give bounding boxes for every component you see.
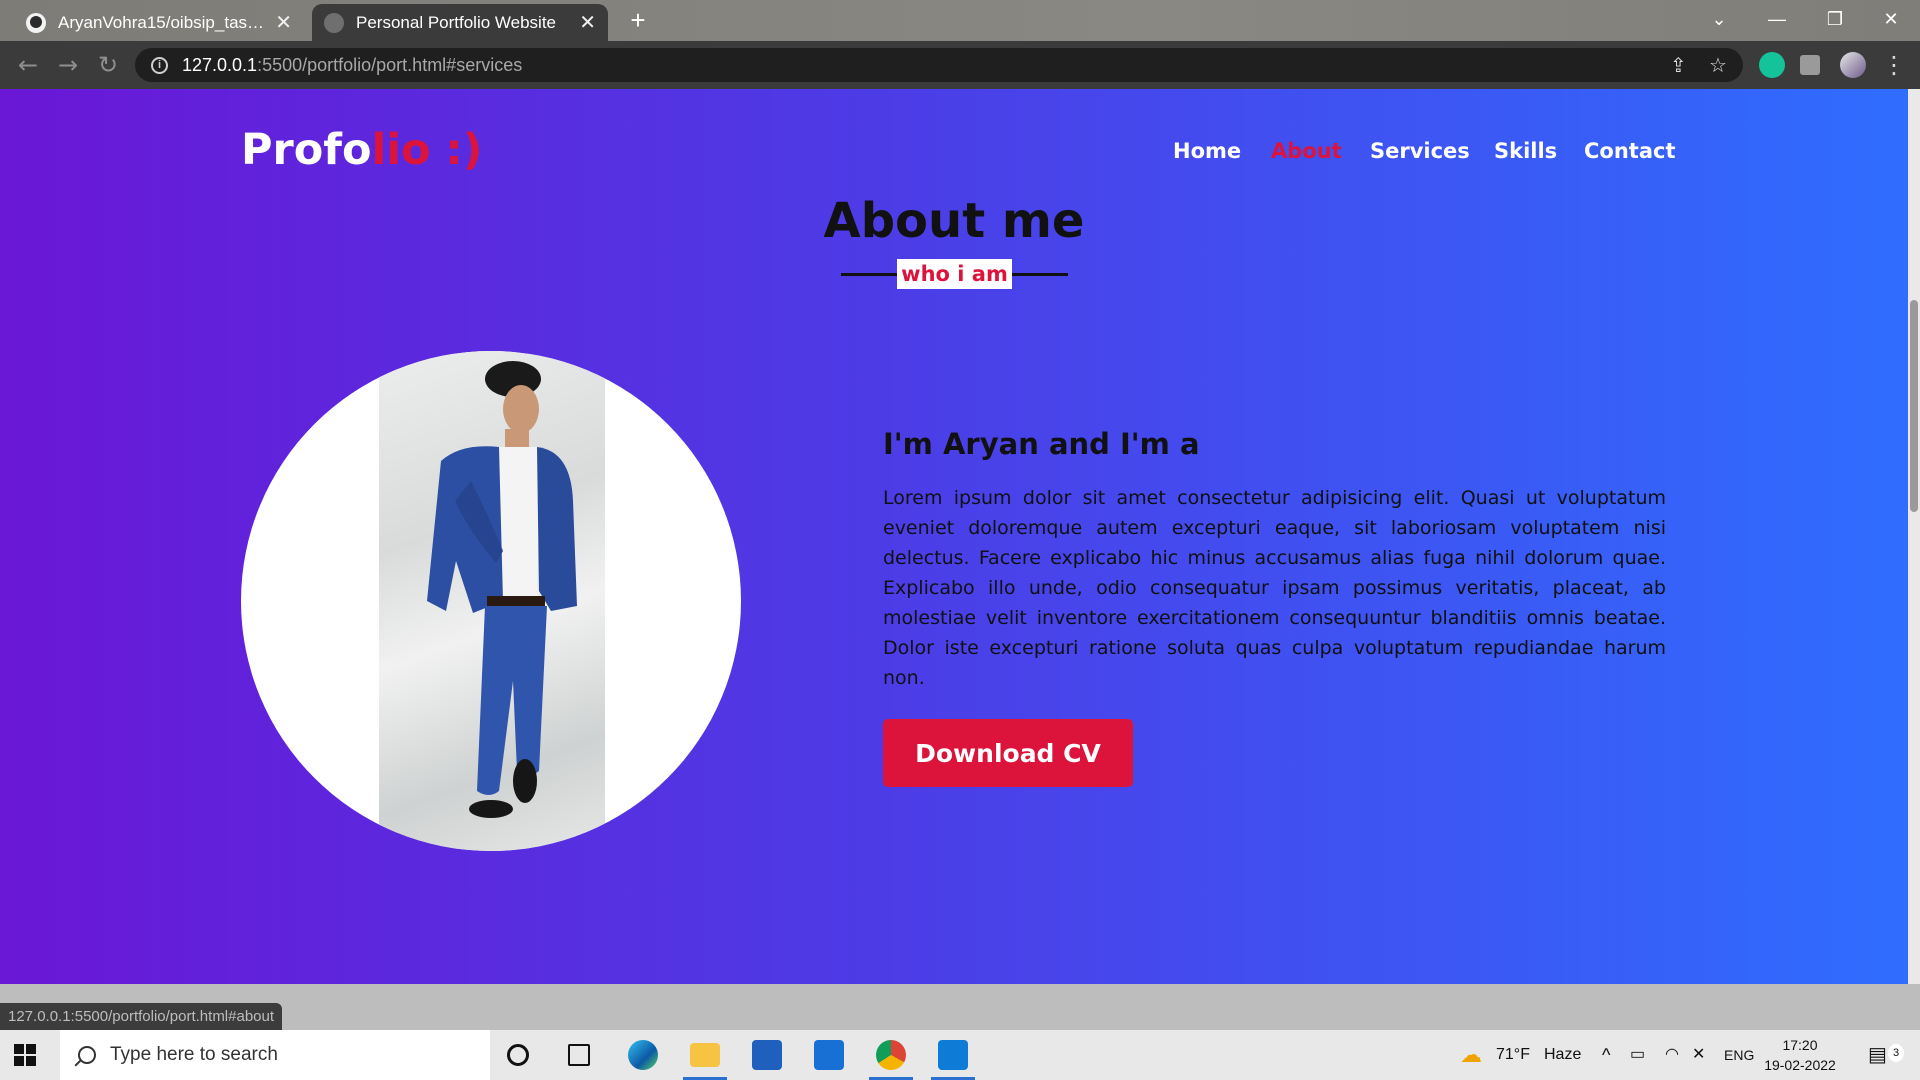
- grammarly-icon[interactable]: [1759, 52, 1785, 78]
- browser-menu-icon[interactable]: ⋮: [1878, 49, 1910, 81]
- globe-icon: [324, 12, 344, 33]
- nav-home[interactable]: Home: [1173, 139, 1241, 163]
- task-view-icon[interactable]: [568, 1044, 590, 1066]
- browser-tab-strip: AryanVohra15/oibsip_task2: Create ✕ Pers…: [0, 0, 1920, 41]
- site-info-icon[interactable]: i: [151, 56, 168, 74]
- weather-desc[interactable]: Haze: [1544, 1030, 1581, 1080]
- minimize-button[interactable]: —: [1748, 0, 1806, 41]
- tab-title: Personal Portfolio Website: [356, 12, 557, 32]
- windows-taskbar: Type here to search ☁ 71°F Haze ^ ▭ ◠ ✕ …: [0, 1030, 1920, 1080]
- title-divider-right: [1012, 273, 1068, 276]
- link-status-bar: 127.0.0.1:5500/portfolio/port.html#about: [0, 1003, 283, 1030]
- tab-search-chevron-icon[interactable]: ⌄: [1690, 0, 1748, 41]
- chrome-icon[interactable]: [876, 1040, 906, 1070]
- tab-title: AryanVohra15/oibsip_task2: Create: [58, 12, 268, 32]
- window-close-button[interactable]: ✕: [1862, 0, 1920, 41]
- system-clock[interactable]: 17:20 19-02-2022: [1760, 1035, 1840, 1075]
- scrollbar-thumb[interactable]: [1910, 300, 1918, 512]
- browser-tab-github[interactable]: AryanVohra15/oibsip_task2: Create ✕: [14, 4, 304, 41]
- edge-icon[interactable]: [628, 1040, 658, 1070]
- clock-date: 19-02-2022: [1764, 1057, 1836, 1073]
- page-bottom-area: [0, 984, 1920, 1030]
- person-figure: [427, 361, 577, 818]
- weather-icon[interactable]: ☁: [1460, 1030, 1482, 1080]
- site-nav: Home About Services Skills Contact: [0, 139, 1908, 179]
- page-viewport: Profolio :) Home About Services Skills C…: [0, 89, 1908, 984]
- wifi-icon[interactable]: ◠: [1665, 1030, 1679, 1080]
- notification-center-icon[interactable]: ▤: [1868, 1030, 1887, 1080]
- bookmark-star-icon[interactable]: ☆: [1709, 48, 1727, 82]
- weather-temp[interactable]: 71°F: [1496, 1030, 1530, 1080]
- reload-icon[interactable]: ↻: [92, 49, 124, 81]
- url-text[interactable]: 127.0.0.1:5500/portfolio/port.html#servi…: [182, 55, 522, 76]
- windows-start-icon[interactable]: [14, 1044, 36, 1066]
- battery-icon[interactable]: ▭: [1630, 1030, 1645, 1080]
- nav-services[interactable]: Services: [1370, 139, 1470, 163]
- puzzle-icon[interactable]: [1800, 55, 1820, 75]
- taskbar-search-box[interactable]: Type here to search: [60, 1030, 490, 1080]
- share-icon[interactable]: ⇪: [1670, 48, 1687, 82]
- browser-tab-portfolio[interactable]: Personal Portfolio Website ✕: [312, 4, 608, 41]
- volume-muted-icon[interactable]: ✕: [1692, 1030, 1705, 1080]
- about-heading: I'm Aryan and I'm a: [883, 427, 1200, 461]
- section-subtitle: who i am: [897, 259, 1012, 289]
- section-title: About me: [823, 193, 1085, 249]
- notification-badge: 3: [1888, 1044, 1904, 1062]
- vscode-icon[interactable]: [938, 1040, 968, 1070]
- store-icon[interactable]: [752, 1040, 782, 1070]
- github-icon: [26, 12, 46, 33]
- about-description: Lorem ipsum dolor sit amet consectetur a…: [883, 487, 1666, 689]
- restore-button[interactable]: ❐: [1806, 0, 1864, 41]
- clock-time: 17:20: [1782, 1037, 1818, 1053]
- search-placeholder: Type here to search: [110, 1044, 278, 1065]
- tab-close-icon[interactable]: ✕: [571, 10, 596, 35]
- language-indicator[interactable]: ENG: [1724, 1030, 1754, 1080]
- profile-photo: [241, 351, 741, 851]
- nav-skills[interactable]: Skills: [1494, 139, 1557, 163]
- cortana-icon[interactable]: [507, 1044, 529, 1066]
- download-cv-button[interactable]: Download CV: [883, 719, 1133, 787]
- nav-contact[interactable]: Contact: [1584, 139, 1676, 163]
- nav-about[interactable]: About: [1271, 139, 1342, 163]
- browser-toolbar: ← → ↻ i 127.0.0.1:5500/portfolio/port.ht…: [0, 41, 1920, 89]
- address-bar[interactable]: i 127.0.0.1:5500/portfolio/port.html#ser…: [135, 48, 1743, 82]
- back-icon[interactable]: ←: [12, 49, 44, 81]
- search-icon: [78, 1046, 96, 1064]
- new-tab-button[interactable]: +: [624, 7, 652, 35]
- page-scrollbar[interactable]: [1908, 89, 1920, 984]
- profile-avatar[interactable]: [1840, 52, 1866, 78]
- forward-icon[interactable]: →: [52, 49, 84, 81]
- mail-icon[interactable]: [814, 1040, 844, 1070]
- title-divider-left: [841, 273, 897, 276]
- file-explorer-icon[interactable]: [690, 1043, 720, 1067]
- tab-close-icon[interactable]: ✕: [267, 10, 292, 35]
- tray-overflow-chevron-icon[interactable]: ^: [1602, 1030, 1610, 1080]
